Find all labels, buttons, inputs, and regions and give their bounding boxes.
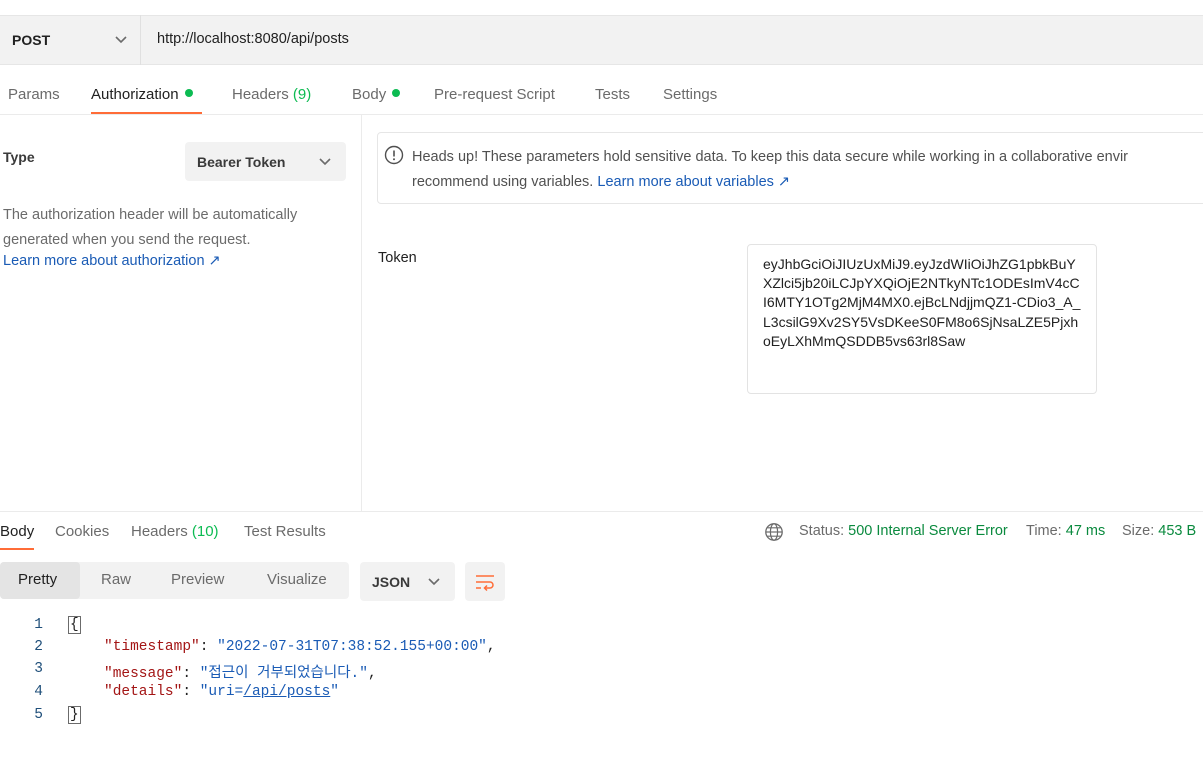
json-key: "details" [104,684,183,700]
line-number: 1 [34,617,43,633]
view-raw[interactable]: Raw [101,571,131,588]
json-value-link[interactable]: /api/posts [243,684,330,700]
tab-count: (10) [191,523,219,540]
tab-label: Authorization [91,86,179,103]
chevron-down-icon [428,578,440,586]
time-value: 47 ms [1065,523,1106,539]
chevron-down-icon [319,158,331,166]
globe-icon[interactable] [764,522,784,542]
response-tab-headers[interactable]: Headers (10) [131,523,219,540]
url-input[interactable]: http://localhost:8080/api/posts [157,31,349,47]
divider [0,511,1203,512]
line-number: 3 [34,661,43,677]
json-line-message: "message": "접근이 거부되었습니다.", [104,666,377,682]
json-value-suffix: " [330,684,339,700]
method-label: POST [12,32,51,48]
brace-close: } [68,706,81,724]
wrap-lines-button[interactable] [465,562,505,601]
json-key: "timestamp" [104,639,200,655]
size-label: Size: [1122,523,1155,539]
tab-authorization[interactable]: Authorization [91,86,193,103]
auth-type-value: Bearer Token [197,153,286,170]
tab-label: Settings [663,86,718,103]
format-value: JSON [372,573,411,590]
line-number: 5 [34,707,43,723]
tab-label: Headers [131,523,188,540]
learn-more-variables-link[interactable]: Learn more about variables ↗ [597,174,790,190]
tab-settings[interactable]: Settings [663,86,717,103]
status-label: Status: [799,523,845,539]
brace-open: { [68,616,81,634]
view-preview[interactable]: Preview [171,571,224,588]
token-label: Token [378,250,417,266]
auth-description: The authorization header will be automat… [3,207,298,248]
tab-label: Tests [595,86,631,103]
type-label: Type [3,149,35,165]
tab-tests[interactable]: Tests [595,86,630,103]
status-value: 500 Internal Server Error [848,523,1008,539]
wrap-lines-icon [476,575,494,592]
tab-pre-request-script[interactable]: Pre-request Script [434,86,555,103]
json-value: "접근이 거부되었습니다." [199,666,368,682]
json-value: "2022-07-31T07:38:52.155+00:00" [217,639,487,655]
time-indicator[interactable]: Time: 47 ms [1026,523,1105,539]
json-open-brace: { [68,616,81,634]
view-pretty[interactable]: Pretty [18,571,57,588]
line-number: 2 [34,639,43,655]
alert-line-2: recommend using variables. Learn more ab… [412,170,1128,195]
time-label: Time: [1026,523,1062,539]
alert-text: Heads up! These parameters hold sensitiv… [412,145,1128,195]
alert-line-1: Heads up! These parameters hold sensitiv… [412,149,1129,165]
tab-label: Body [352,86,387,103]
tab-body[interactable]: Body [352,86,401,103]
tab-params[interactable]: Params [8,86,60,103]
chevron-down-icon [115,36,127,44]
tab-headers[interactable]: Headers (9) [232,86,311,103]
tab-label: Test Results [244,523,326,540]
method-select[interactable]: POST [0,15,141,65]
status-indicator[interactable]: Status: 500 Internal Server Error [799,523,1008,539]
info-icon [384,145,404,165]
size-value: 453 B [1158,523,1197,539]
auth-type-select[interactable]: Bearer Token [185,142,346,181]
tab-label: Headers [232,86,289,103]
response-tab-cookies[interactable]: Cookies [55,523,109,540]
json-close-brace: } [68,706,81,724]
tab-label: Params [8,86,60,103]
pane-divider [361,115,362,511]
format-select[interactable]: JSON [360,562,455,601]
size-indicator[interactable]: Size: 453 B [1122,523,1196,539]
divider [0,114,1203,115]
response-tab-body[interactable]: Body [0,523,34,540]
alert-line-2-text: recommend using variables. [412,174,594,190]
tab-label: Cookies [55,523,110,540]
json-key: "message" [104,666,183,682]
line-number: 4 [34,684,43,700]
status-dot-icon [392,89,401,97]
view-visualize[interactable]: Visualize [267,571,327,588]
json-line-timestamp: "timestamp": "2022-07-31T07:38:52.155+00… [104,639,496,655]
tab-count: (9) [292,86,312,103]
json-value-prefix: "uri= [199,684,244,700]
token-value: eyJhbGciOiJIUzUxMiJ9.eyJzdWIiOiJhZG1pbkB… [763,256,1081,349]
status-dot-icon [184,89,193,97]
tab-label: Pre-request Script [434,86,555,103]
response-tab-test-results[interactable]: Test Results [244,523,326,540]
json-line-details: "details": "uri=/api/posts" [104,684,339,700]
tab-label: Body [0,523,35,540]
learn-more-authorization-link[interactable]: Learn more about authorization ↗ [3,253,221,269]
token-input[interactable]: eyJhbGciOiJIUzUxMiJ9.eyJzdWIiOiJhZG1pbkB… [747,244,1097,394]
active-tab-underline [0,548,34,550]
